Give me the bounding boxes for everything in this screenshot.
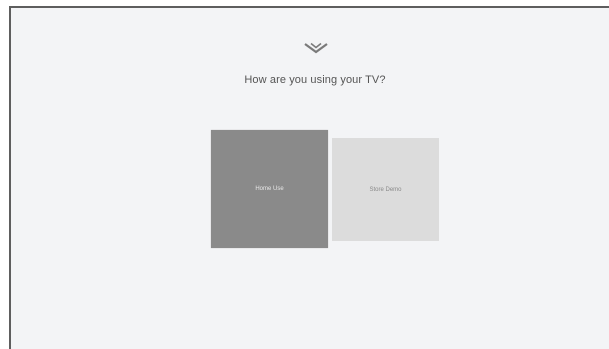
setup-question: How are you using your TV? <box>244 74 386 86</box>
store-demo-option[interactable]: Store Demo <box>332 138 439 241</box>
home-use-option[interactable]: Home Use <box>211 130 328 248</box>
store-demo-label: Store Demo <box>369 186 402 193</box>
tv-setup-screen: How are you using your TV? Home Use Stor… <box>9 6 609 349</box>
vizio-v-chevron-icon <box>304 42 328 54</box>
home-use-label: Home Use <box>255 186 284 192</box>
